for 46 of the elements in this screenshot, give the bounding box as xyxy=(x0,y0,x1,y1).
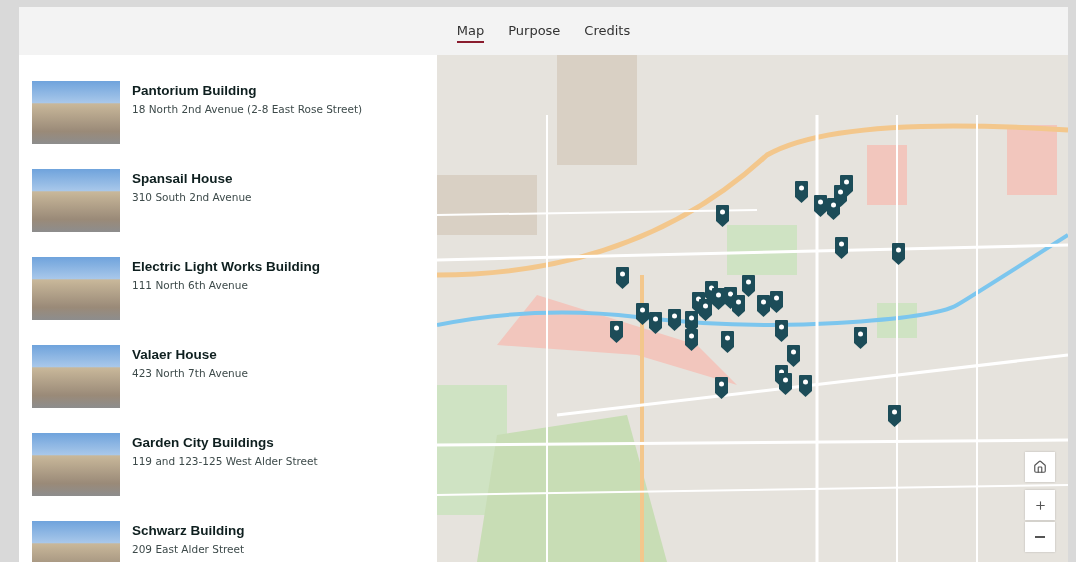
zoom-out-button[interactable] xyxy=(1025,522,1055,552)
place-name[interactable]: Valaer House xyxy=(132,347,248,362)
place-name[interactable]: Pantorium Building xyxy=(132,83,363,98)
map-pin-icon[interactable] xyxy=(770,291,783,313)
place-address: 209 East Alder Street xyxy=(132,543,245,555)
map-pin-icon[interactable] xyxy=(649,312,662,334)
minus-icon xyxy=(1035,536,1045,538)
map-pin-icon[interactable] xyxy=(721,331,734,353)
place-name[interactable]: Garden City Buildings xyxy=(132,435,318,450)
map-pin-icon[interactable] xyxy=(834,185,847,207)
nav-tab[interactable]: Map xyxy=(456,19,485,43)
plus-icon xyxy=(1033,498,1047,512)
home-icon xyxy=(1033,460,1047,474)
map-pin-icon[interactable] xyxy=(742,275,755,297)
map-pin-icon[interactable] xyxy=(716,205,729,227)
place-address: 119 and 123-125 West Alder Street xyxy=(132,455,318,467)
map-pin-icon[interactable] xyxy=(779,373,792,395)
nav-tab[interactable]: Credits xyxy=(584,19,631,43)
map-pin-icon[interactable] xyxy=(854,327,867,349)
map-pin-icon[interactable] xyxy=(732,295,745,317)
map-pin-icon[interactable] xyxy=(685,329,698,351)
map-pin-icon[interactable] xyxy=(795,181,808,203)
map-pin-icon[interactable] xyxy=(757,295,770,317)
place-address: 18 North 2nd Avenue (2-8 East Rose Street) xyxy=(132,103,363,115)
map-pin-icon[interactable] xyxy=(835,237,848,259)
nav-tab[interactable]: Purpose xyxy=(508,19,561,43)
place-address: 423 North 7th Avenue xyxy=(132,367,248,379)
map-pin-icon[interactable] xyxy=(888,405,901,427)
place-address: 111 North 6th Avenue xyxy=(132,279,249,291)
map-pin-icon[interactable] xyxy=(799,375,812,397)
map-pin-icon[interactable] xyxy=(616,267,629,289)
map-pin-icon[interactable] xyxy=(715,377,728,399)
place-name[interactable]: Electric Light Works Building xyxy=(132,259,321,274)
map-pin-icon[interactable] xyxy=(892,243,905,265)
place-name[interactable]: Spansail House xyxy=(132,171,252,186)
map-pin-icon[interactable] xyxy=(814,195,827,217)
home-button[interactable] xyxy=(1025,452,1055,482)
map-pin-icon[interactable] xyxy=(787,345,800,367)
map-pin-icon[interactable] xyxy=(775,320,788,342)
map-pin-icon[interactable] xyxy=(699,299,712,321)
map-pin-icon[interactable] xyxy=(712,288,725,310)
map-pin-icon[interactable] xyxy=(636,303,649,325)
map-pin-icon[interactable] xyxy=(668,309,681,331)
place-address: 310 South 2nd Avenue xyxy=(132,191,252,203)
place-name[interactable]: Schwarz Building xyxy=(132,523,245,538)
map-pin-icon[interactable] xyxy=(610,321,623,343)
